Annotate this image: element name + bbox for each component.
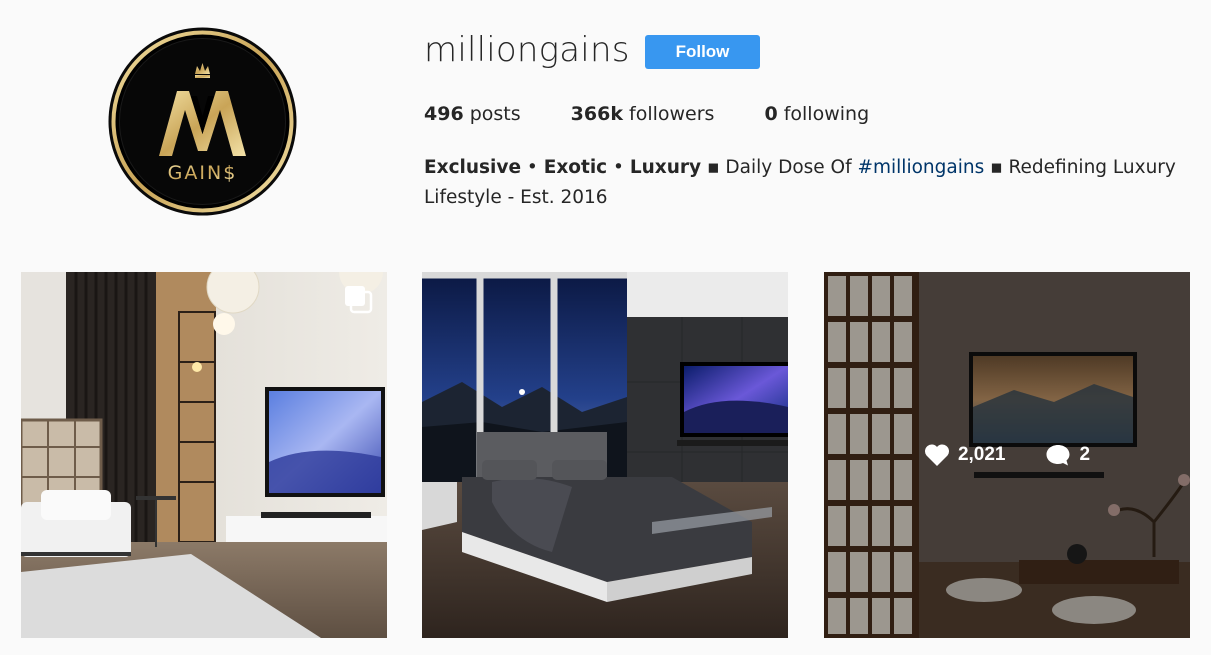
bio-tag-luxury: Luxury xyxy=(629,157,702,178)
bio-separator: • xyxy=(607,157,630,178)
followers-count-value: 366k xyxy=(570,103,623,125)
posts-count: 496 posts xyxy=(424,103,521,125)
followers-count-label: followers xyxy=(629,103,715,125)
heart-icon xyxy=(924,444,949,466)
bio-tag-exotic: Exotic xyxy=(543,157,608,178)
comment-bubble-icon xyxy=(1046,445,1070,466)
profile-stats: 496 posts 366k followers 0 following xyxy=(424,103,919,125)
comments-count: 2 xyxy=(1045,443,1090,467)
bio-text: ▪ Daily Dose Of xyxy=(701,157,858,178)
posts-count-label: posts xyxy=(469,103,521,125)
followers-count[interactable]: 366k followers xyxy=(571,103,715,125)
post-tile-1[interactable] xyxy=(21,272,387,638)
following-count-value: 0 xyxy=(764,103,778,125)
likes-count: 2,021 xyxy=(924,443,1006,467)
likes-value: 2,021 xyxy=(957,444,1006,465)
post-tile-2[interactable] xyxy=(422,272,788,638)
following-count-label: following xyxy=(783,103,870,125)
profile-bio: Exclusive • Exotic • Luxury ▪ Daily Dose… xyxy=(424,153,1194,213)
post-image-bedroom xyxy=(422,272,788,638)
profile-avatar[interactable]: GAIN$ xyxy=(107,26,298,217)
posts-count-value: 496 xyxy=(424,103,464,125)
bio-hashtag-link[interactable]: #milliongains xyxy=(858,157,985,178)
multiple-images-icon xyxy=(343,284,373,314)
comments-value: 2 xyxy=(1079,444,1091,465)
profile-username: milliongains xyxy=(424,30,630,70)
logo-wordmark: GAIN$ xyxy=(168,162,238,184)
bio-tag-exclusive: Exclusive xyxy=(424,157,522,178)
post-tile-3[interactable]: 2,021 2 xyxy=(824,272,1190,638)
post-hover-overlay: 2,021 2 xyxy=(824,272,1190,638)
milliongains-logo: GAIN$ xyxy=(108,27,297,216)
following-count[interactable]: 0 following xyxy=(764,103,869,125)
bio-separator: • xyxy=(521,157,544,178)
post-image-living-room xyxy=(21,272,387,638)
follow-button[interactable]: Follow xyxy=(645,35,760,69)
